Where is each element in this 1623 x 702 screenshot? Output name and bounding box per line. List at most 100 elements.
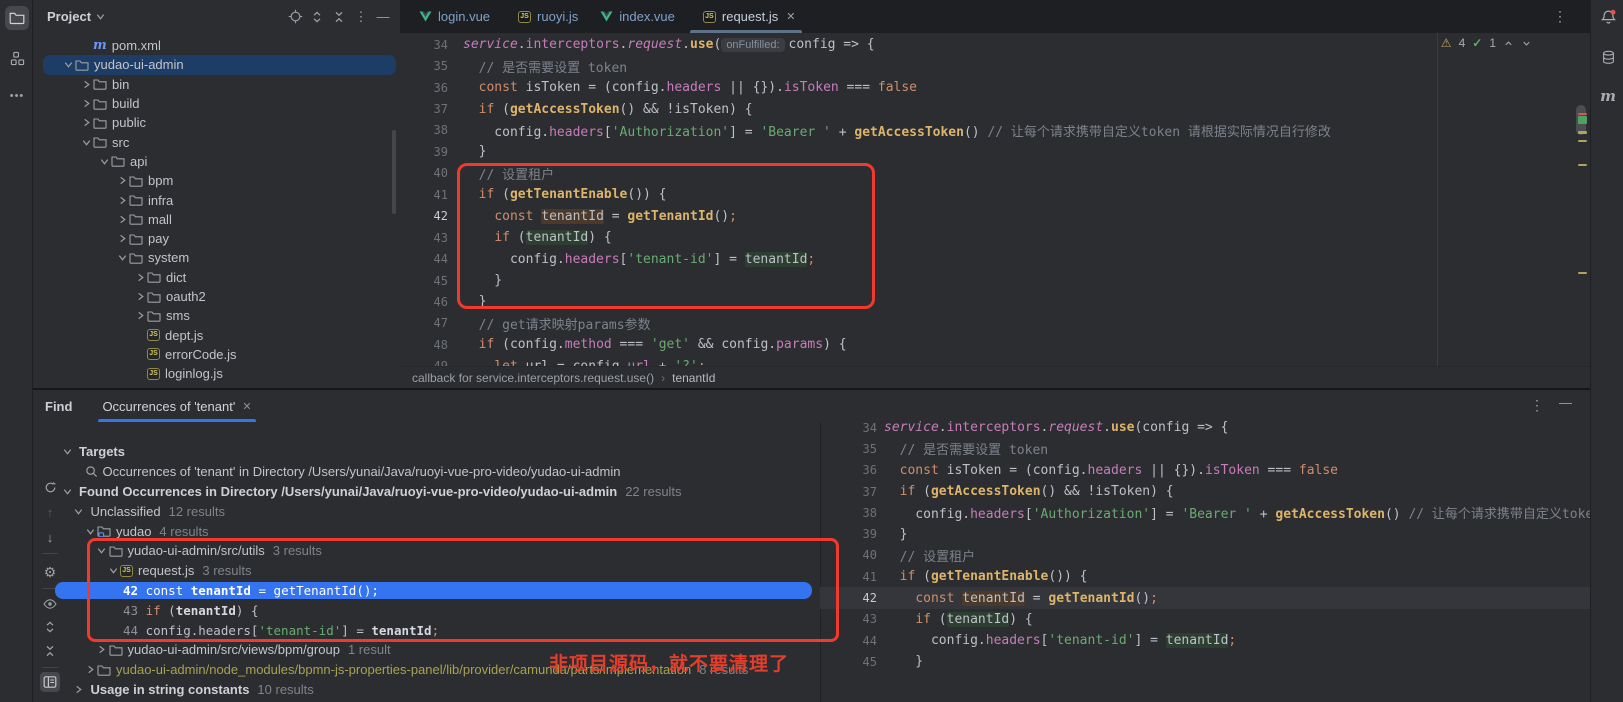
chevron-right-icon[interactable] <box>79 97 93 111</box>
chevron-down-icon[interactable] <box>60 484 74 498</box>
expand-all-button[interactable] <box>306 6 328 28</box>
editor-options-kebab-icon[interactable]: ⋮ <box>1550 6 1570 26</box>
result-group-row[interactable]: Targets <box>33 442 820 462</box>
line-number[interactable]: 34 <box>400 38 448 52</box>
result-group-row[interactable]: Found Occurrences in Directory /Users/yu… <box>33 482 820 502</box>
tree-item[interactable]: JSerrorCode.js <box>33 345 400 364</box>
prev-problem-icon[interactable] <box>1503 38 1514 49</box>
line-number[interactable]: 35 <box>820 442 877 456</box>
tree-item[interactable]: infra <box>33 190 400 209</box>
line-number[interactable]: 40 <box>400 166 448 180</box>
structure-tool-button[interactable] <box>5 46 29 70</box>
chevron-down-icon[interactable] <box>115 251 129 265</box>
hide-panel-button[interactable]: — <box>372 6 394 28</box>
line-number[interactable]: 39 <box>820 527 877 541</box>
chevron-right-icon[interactable] <box>95 643 109 657</box>
project-scrollbar[interactable] <box>392 130 396 214</box>
tab-index.vue[interactable]: index.vue <box>589 0 686 33</box>
result-group-row[interactable]: yudao4 results <box>33 521 820 541</box>
tree-item[interactable]: api <box>33 152 400 171</box>
chevron-right-icon[interactable] <box>133 270 147 284</box>
database-tool-button[interactable] <box>1598 47 1618 67</box>
hide-find-panel-button[interactable]: — <box>1559 395 1572 410</box>
chevron-down-icon[interactable] <box>72 504 86 518</box>
tree-item[interactable]: bin <box>33 75 400 94</box>
chevron-down-icon[interactable] <box>106 564 120 578</box>
line-number[interactable]: 34 <box>820 421 877 435</box>
line-number[interactable]: 43 <box>820 612 877 626</box>
notifications-button[interactable] <box>1598 7 1618 27</box>
result-group-row[interactable]: Unclassified12 results <box>33 501 820 521</box>
tree-item[interactable]: system <box>33 248 400 267</box>
result-row[interactable]: 42 const tenantId = getTenantId(); <box>33 581 820 601</box>
line-number[interactable]: 47 <box>400 316 448 330</box>
line-number[interactable]: 44 <box>400 252 448 266</box>
tree-item[interactable]: public <box>33 113 400 132</box>
vcs-stripe-mark[interactable] <box>1578 116 1587 124</box>
tree-item[interactable]: bpm <box>33 171 400 190</box>
locate-file-button[interactable] <box>284 6 306 28</box>
line-number[interactable]: 42 <box>400 209 448 223</box>
tree-item[interactable]: dict <box>33 268 400 287</box>
tree-item[interactable]: pay <box>33 229 400 248</box>
chevron-right-icon[interactable] <box>115 174 129 188</box>
line-number[interactable]: 36 <box>820 463 877 477</box>
close-icon[interactable]: ✕ <box>786 10 795 23</box>
line-number[interactable]: 41 <box>400 188 448 202</box>
chevron-down-icon[interactable] <box>83 524 97 538</box>
chevron-right-icon[interactable] <box>115 232 129 246</box>
warning-stripe-mark[interactable] <box>1578 164 1587 166</box>
tab-ruoyi.js[interactable]: JSruoyi.js <box>501 0 589 33</box>
result-group-row[interactable]: Occurrences of 'tenant' in Directory /Us… <box>33 462 820 482</box>
result-group-row[interactable]: yudao-ui-admin/node_modules/bpmn-js-prop… <box>33 660 820 680</box>
line-number[interactable]: 42 <box>820 591 877 605</box>
line-number[interactable]: 39 <box>400 145 448 159</box>
line-number[interactable]: 40 <box>820 548 877 562</box>
result-group-row[interactable]: Usage in string constants10 results <box>33 680 820 700</box>
tree-item[interactable]: JSdept.js <box>33 325 400 344</box>
tree-item[interactable]: sms <box>33 306 400 325</box>
find-preview-editor[interactable]: 34service.interceptors.request.use(confi… <box>820 417 1590 702</box>
chevron-right-icon[interactable] <box>133 290 147 304</box>
tree-item[interactable]: src <box>33 132 400 151</box>
find-results-tab[interactable]: Occurrences of 'tenant' ✕ <box>98 390 255 422</box>
breadcrumb-context[interactable]: callback for service.interceptors.reques… <box>412 371 654 385</box>
chevron-down-icon[interactable] <box>79 135 93 149</box>
result-group-row[interactable]: yudao-ui-admin/src/views/bpm/group1 resu… <box>33 640 820 660</box>
line-number[interactable]: 37 <box>400 102 448 116</box>
result-row[interactable]: 44 config.headers['tenant-id'] = tenantI… <box>33 620 820 640</box>
line-number[interactable]: 45 <box>820 655 877 669</box>
warning-stripe-mark[interactable] <box>1578 140 1587 142</box>
line-number[interactable]: 46 <box>400 295 448 309</box>
chevron-down-icon[interactable] <box>95 544 109 558</box>
line-number[interactable]: 43 <box>400 231 448 245</box>
chevron-down-icon[interactable] <box>60 445 74 459</box>
next-problem-icon[interactable] <box>1521 38 1532 49</box>
chevron-right-icon[interactable] <box>72 682 86 696</box>
chevron-down-icon[interactable] <box>97 154 111 168</box>
tab-request.js[interactable]: JSrequest.js✕ <box>686 0 807 33</box>
maven-tool-button[interactable]: m <box>1598 86 1618 106</box>
line-number[interactable]: 38 <box>400 123 448 137</box>
warning-stripe-mark[interactable] <box>1578 131 1587 134</box>
line-number[interactable]: 35 <box>400 59 448 73</box>
tab-login.vue[interactable]: login.vue <box>408 0 501 33</box>
tree-item[interactable]: mall <box>33 210 400 229</box>
line-number[interactable]: 36 <box>400 81 448 95</box>
warning-stripe-mark[interactable] <box>1578 272 1587 274</box>
line-number[interactable]: 48 <box>400 338 448 352</box>
line-number[interactable]: 38 <box>820 506 877 520</box>
options-kebab-icon[interactable]: ⋮ <box>350 6 372 28</box>
error-stripe-mark[interactable] <box>1578 113 1587 115</box>
more-tool-windows-button[interactable]: ••• <box>5 84 29 108</box>
result-group-row[interactable]: yudao-ui-admin/src/utils3 results <box>33 541 820 561</box>
line-number[interactable]: 41 <box>820 570 877 584</box>
chevron-down-icon[interactable] <box>61 58 75 72</box>
inspections-widget[interactable]: ⚠4 ✓1 <box>1441 36 1532 50</box>
line-number[interactable]: 45 <box>400 274 448 288</box>
close-icon[interactable]: ✕ <box>242 400 251 413</box>
chevron-right-icon[interactable] <box>115 193 129 207</box>
project-tool-button[interactable] <box>5 6 29 30</box>
code-editor[interactable]: 34service.interceptors.request.use(onFul… <box>400 33 1590 388</box>
chevron-right-icon[interactable] <box>133 309 147 323</box>
